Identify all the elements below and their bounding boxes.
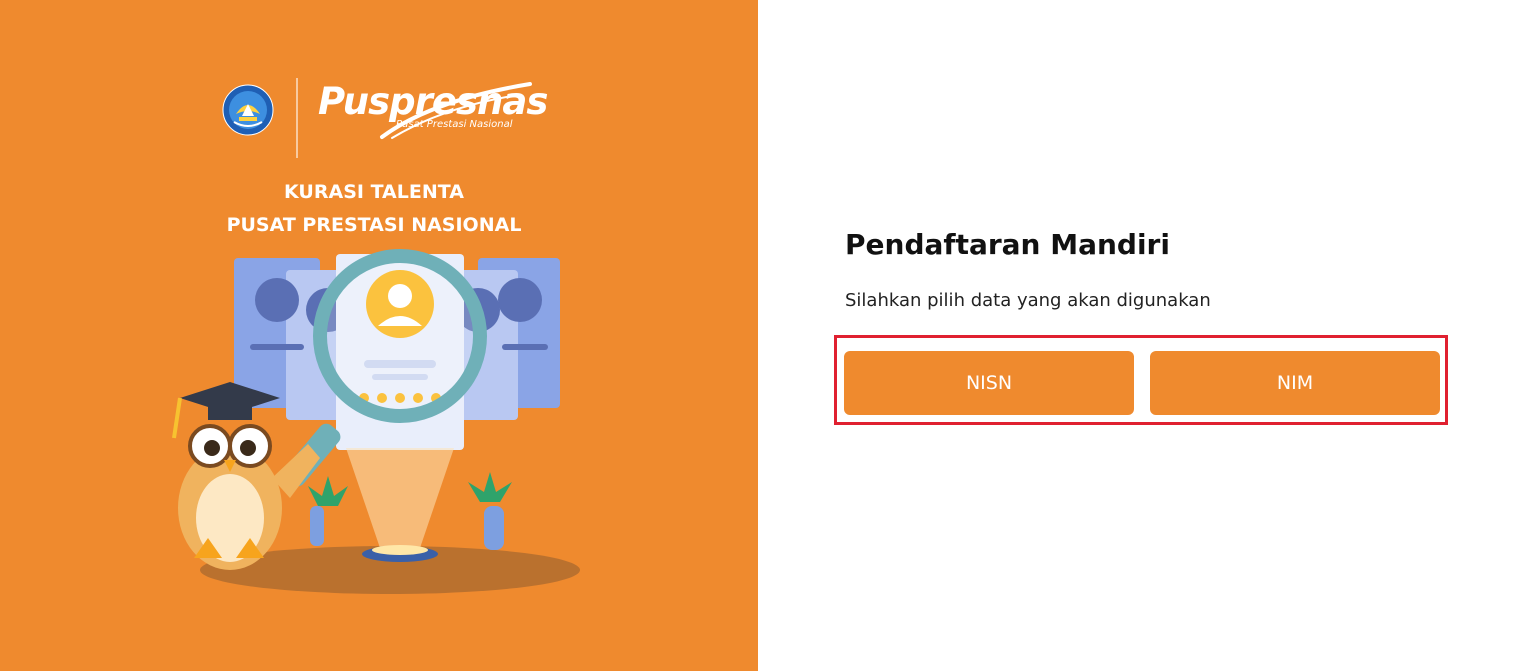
page-subtitle: Silahkan pilih data yang akan digunakan bbox=[845, 290, 1211, 311]
headline-line-1: KURASI TALENTA bbox=[284, 181, 464, 203]
headline-line-2: PUSAT PRESTASI NASIONAL bbox=[226, 214, 522, 236]
program-headline: KURASI TALENTA PUSAT PRESTASI NASIONAL bbox=[0, 176, 748, 242]
nim-button[interactable]: NIM bbox=[1150, 351, 1440, 415]
registration-page: Puspresnas Pusat Prestasi Nasional KURAS… bbox=[0, 0, 1514, 671]
branding-panel: Puspresnas Pusat Prestasi Nasional KURAS… bbox=[0, 0, 758, 671]
owl-magnifier-illustration bbox=[172, 249, 580, 594]
brand-tagline: Pusat Prestasi Nasional bbox=[396, 119, 513, 130]
form-panel: Pendaftaran Mandiri Silahkan pilih data … bbox=[758, 0, 1514, 671]
logo-row: Puspresnas Pusat Prestasi Nasional bbox=[222, 78, 548, 158]
brand-name: Puspresnas bbox=[318, 80, 548, 123]
government-emblem-icon bbox=[222, 84, 274, 136]
page-title: Pendaftaran Mandiri bbox=[845, 228, 1170, 261]
nisn-button[interactable]: NISN bbox=[844, 351, 1134, 415]
logo-divider bbox=[296, 78, 298, 158]
data-choice-group: NISN NIM bbox=[834, 335, 1448, 425]
